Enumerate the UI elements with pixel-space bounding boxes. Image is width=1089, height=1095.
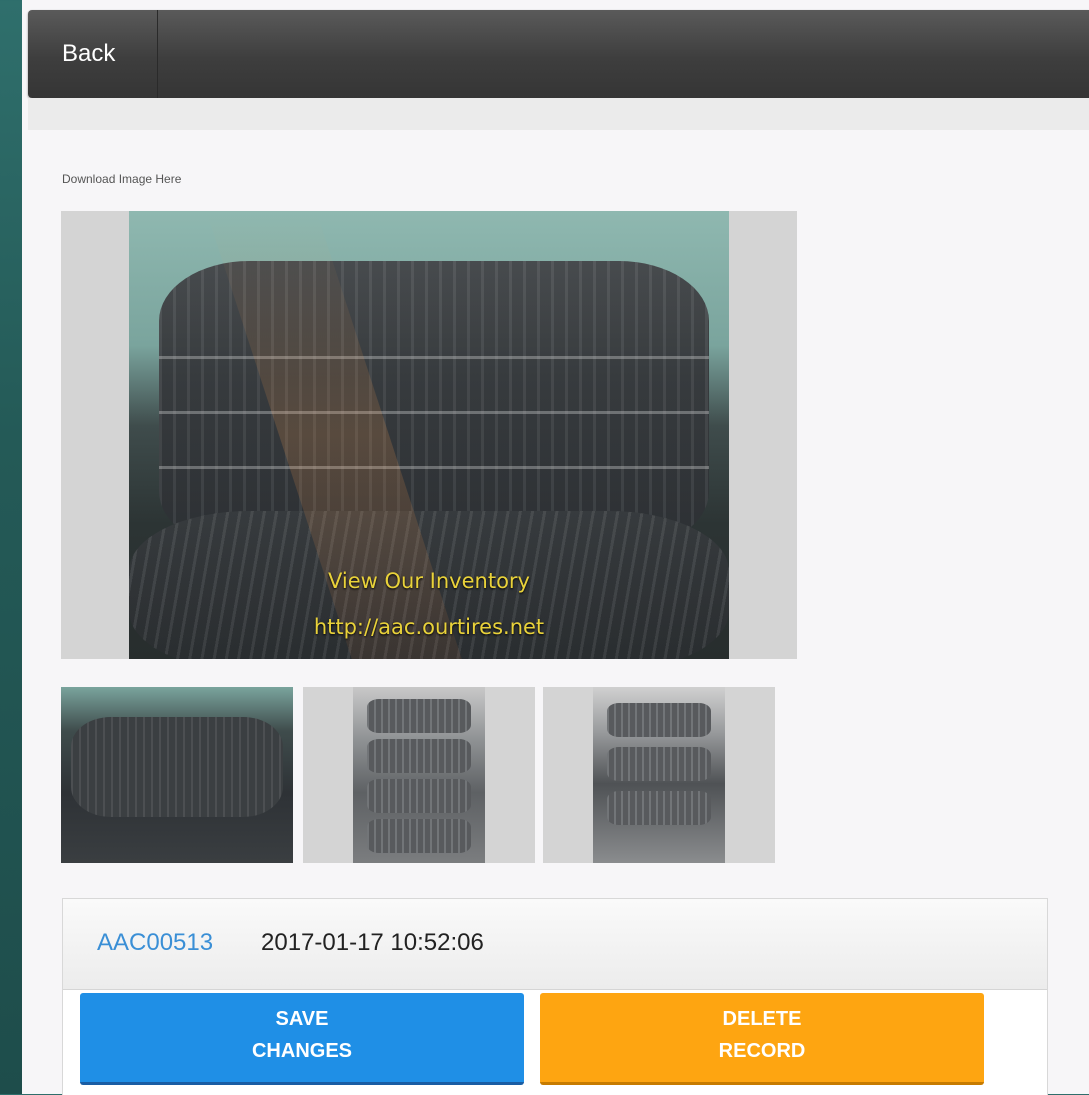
record-card: AAC00513 2017-01-17 10:52:06 SAVE CHANGE…: [62, 898, 1048, 1095]
app-window: Back Download Image Here View Our Invent…: [22, 0, 1089, 1095]
back-button[interactable]: Back: [28, 10, 158, 98]
record-timestamp: 2017-01-17 10:52:06: [261, 929, 484, 956]
watermark-line-1: View Our Inventory: [328, 569, 530, 593]
back-button-label: Back: [62, 40, 116, 67]
delete-label-line-1: DELETE: [722, 1008, 802, 1030]
delete-record-button[interactable]: DELETE RECORD: [540, 993, 984, 1085]
thumbnail-strip: [61, 687, 781, 863]
thumbnail-2[interactable]: [303, 687, 535, 863]
top-navbar: Back: [28, 10, 1089, 98]
watermark-line-2: http://aac.ourtires.net: [313, 615, 545, 639]
save-label-line-1: SAVE: [275, 1008, 329, 1030]
main-image-viewer[interactable]: View Our Inventory http://aac.ourtires.n…: [61, 211, 797, 659]
sub-toolbar: [28, 98, 1089, 130]
delete-label-line-2: RECORD: [718, 1040, 806, 1062]
download-image-label[interactable]: Download Image Here: [62, 172, 181, 186]
save-label-line-2: CHANGES: [251, 1040, 352, 1062]
record-id-link[interactable]: AAC00513: [97, 929, 213, 957]
thumbnail-3[interactable]: [543, 687, 775, 863]
thumbnail-1[interactable]: [61, 687, 293, 863]
main-tire-photo: View Our Inventory http://aac.ourtires.n…: [129, 211, 729, 659]
record-header: AAC00513 2017-01-17 10:52:06: [63, 899, 1047, 990]
save-changes-button[interactable]: SAVE CHANGES: [80, 993, 524, 1085]
